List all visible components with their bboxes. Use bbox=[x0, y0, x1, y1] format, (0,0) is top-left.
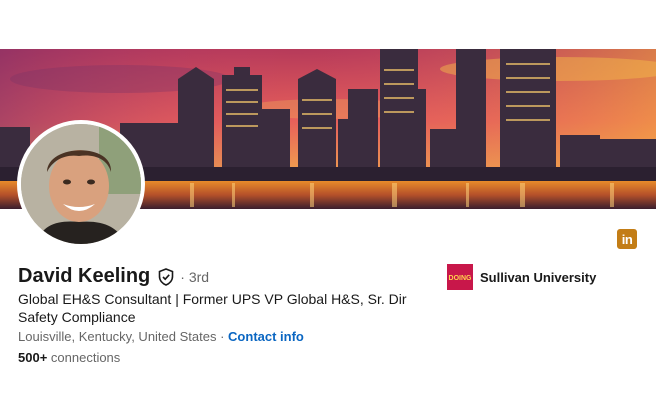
connections-number: 500+ bbox=[18, 350, 48, 365]
profile-location: Louisville, Kentucky, United States bbox=[18, 329, 217, 344]
separator-dot: · bbox=[216, 329, 229, 344]
location-row: Louisville, Kentucky, United States · Co… bbox=[18, 329, 304, 344]
school-logo-icon: DOING bbox=[447, 264, 473, 290]
avatar-image bbox=[21, 124, 141, 244]
profile-name: David Keeling bbox=[18, 265, 151, 287]
linkedin-icon[interactable]: in bbox=[617, 229, 637, 249]
school-logo-graphic: DOING bbox=[447, 264, 473, 290]
school-logo-text: DOING bbox=[449, 275, 473, 282]
connections-count[interactable]: 500+ connections bbox=[18, 350, 120, 365]
profile-headline: Global EH&S Consultant | Former UPS VP G… bbox=[18, 291, 407, 325]
connections-label: connections bbox=[47, 350, 121, 365]
name-row: David Keeling · 3rd bbox=[18, 265, 209, 288]
verified-shield-icon[interactable] bbox=[158, 267, 174, 286]
school-name: Sullivan University bbox=[480, 269, 597, 285]
profile-photo[interactable] bbox=[17, 120, 145, 248]
connection-degree-value: 3rd bbox=[188, 268, 210, 285]
linkedin-icon-text: in bbox=[621, 231, 633, 247]
connection-degree: · 3rd bbox=[180, 268, 210, 285]
education-item[interactable]: DOING Sullivan University bbox=[447, 264, 596, 290]
contact-info-link[interactable]: Contact info bbox=[228, 329, 304, 344]
